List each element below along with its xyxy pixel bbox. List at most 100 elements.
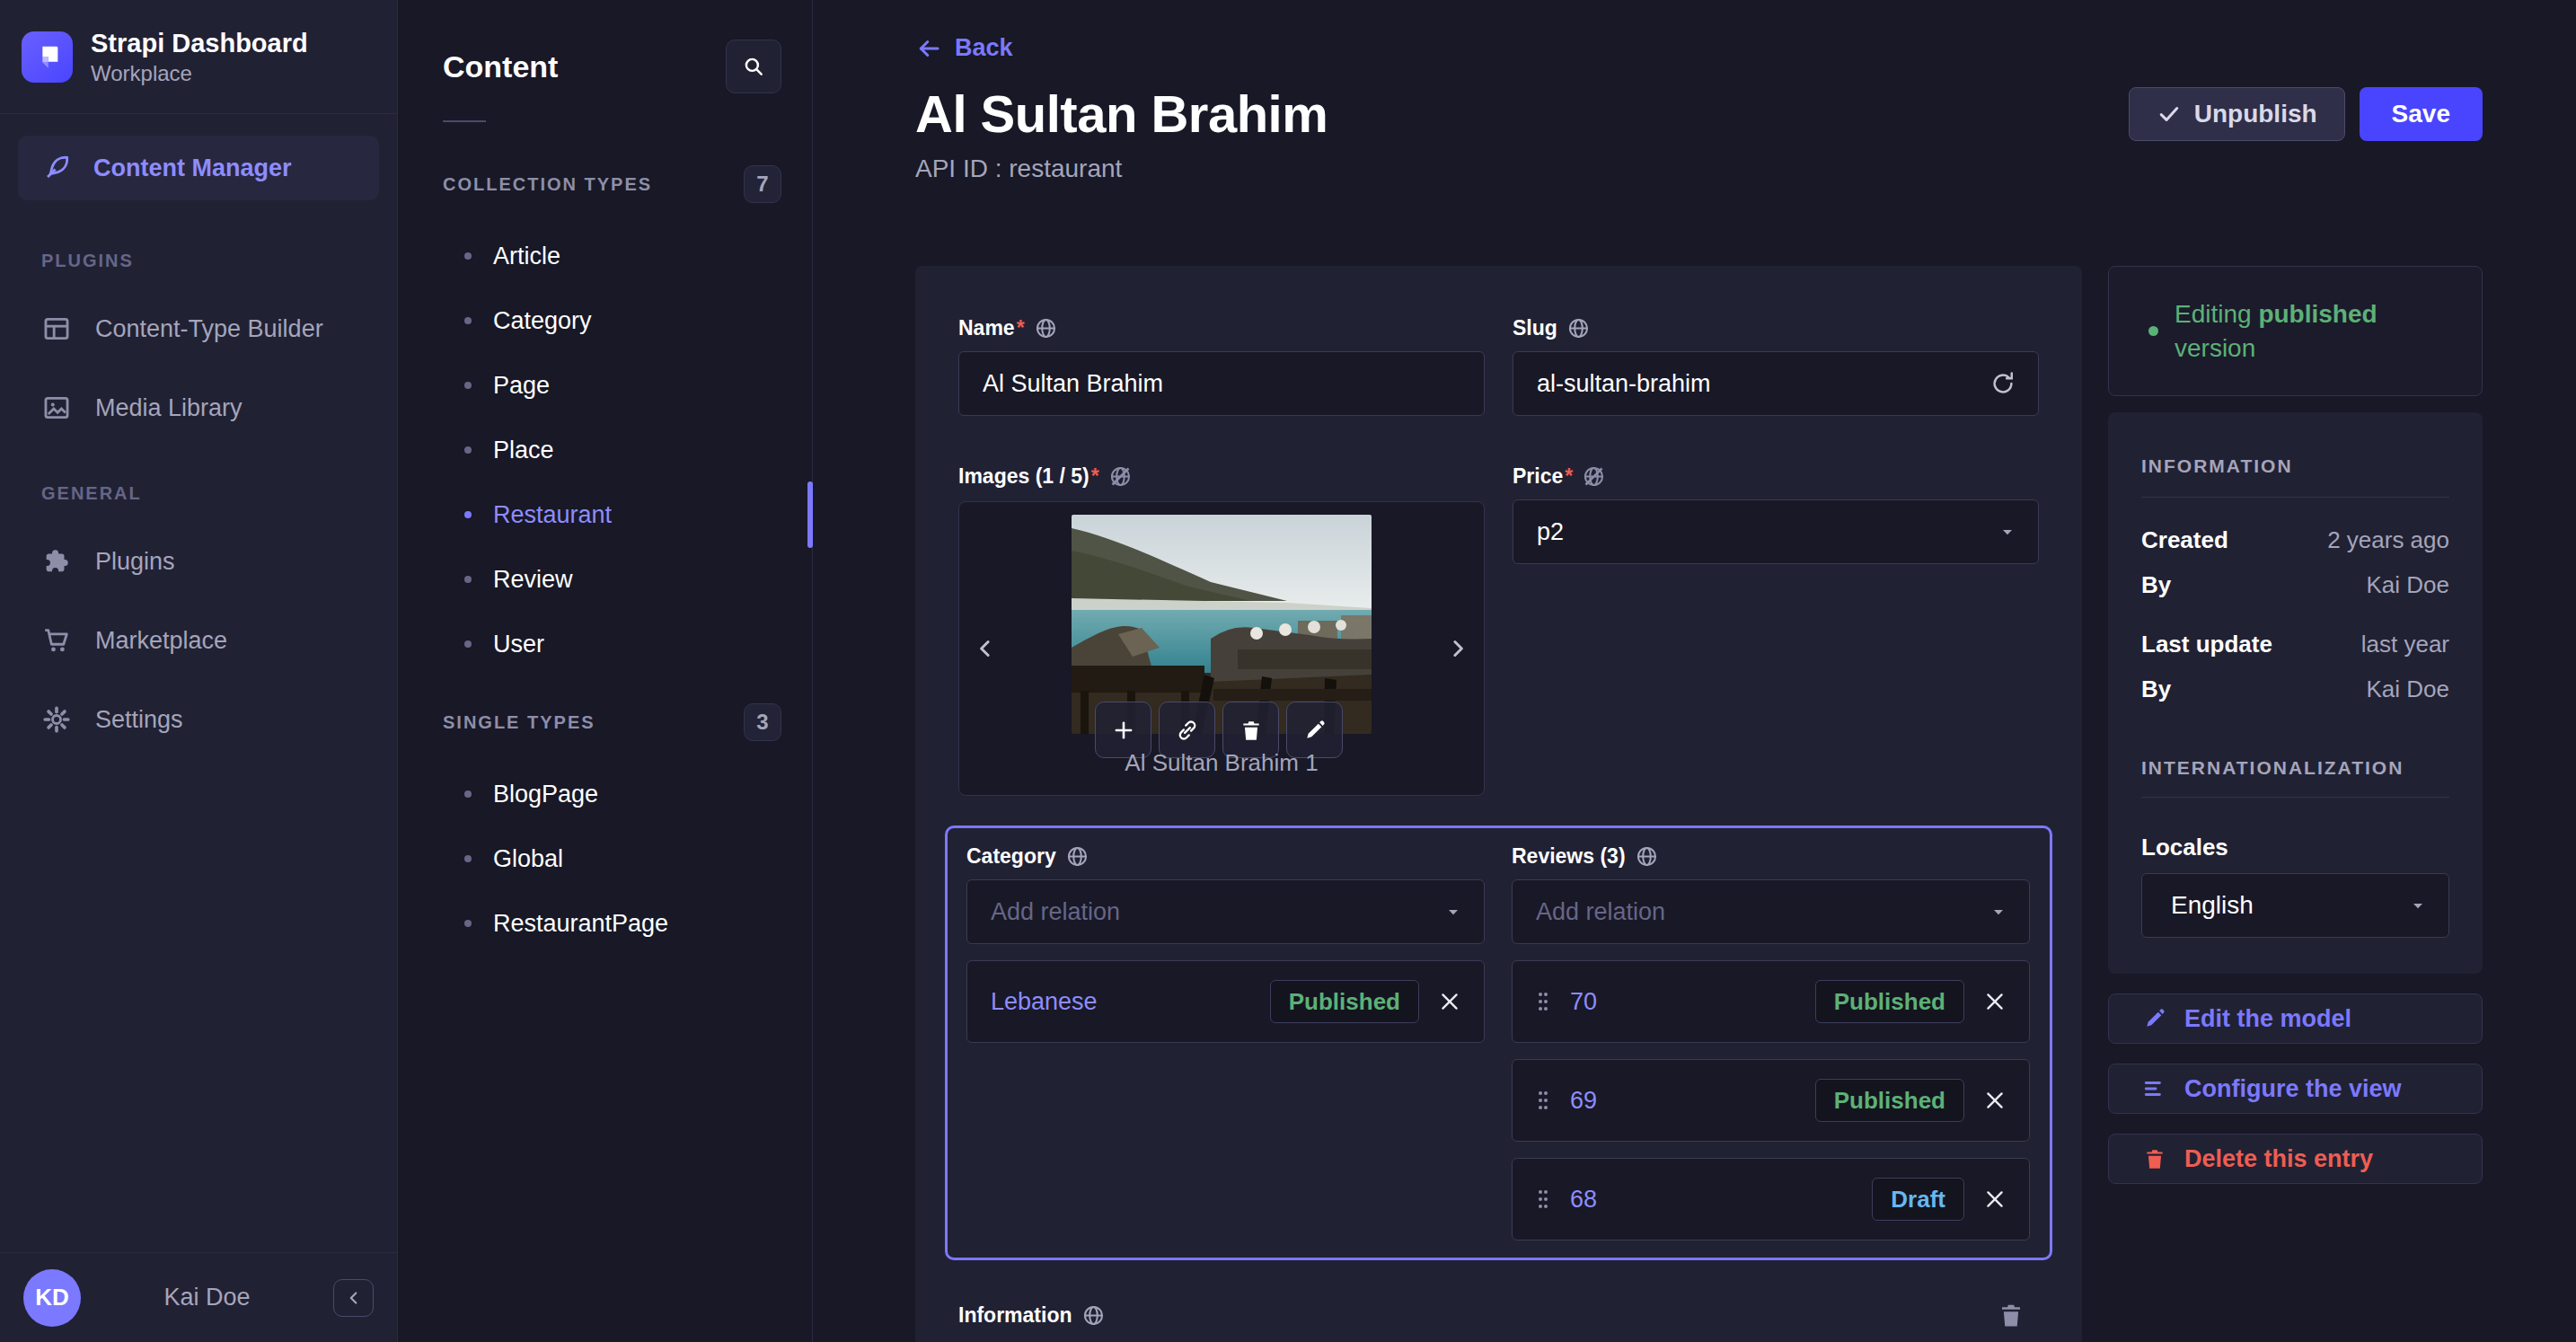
- edit-form-card: Name* Al Sultan Brahim Slug al-sultan-br…: [915, 266, 2082, 1342]
- single-types-count: 3: [744, 703, 781, 741]
- carousel-next-button[interactable]: [1444, 635, 1471, 662]
- sidebar-item-marketplace[interactable]: Marketplace: [0, 601, 397, 680]
- carousel-prev-button[interactable]: [972, 635, 999, 662]
- main-content: Back Al Sultan Brahim Unpublish Save API…: [813, 0, 2576, 1342]
- subnav-item-user[interactable]: User: [398, 612, 812, 676]
- configure-icon: [2143, 1077, 2166, 1100]
- strapi-logo: [22, 31, 73, 83]
- main-sidebar: Strapi Dashboard Workplace Content Manag…: [0, 0, 398, 1342]
- drag-handle-icon[interactable]: [1536, 989, 1550, 1014]
- delete-component-button[interactable]: [1998, 1302, 2025, 1329]
- close-icon: [1438, 990, 1461, 1013]
- review-relation-item[interactable]: 69 Published: [1512, 1059, 2030, 1142]
- globe-icon: [1034, 316, 1058, 340]
- bullet-icon: [464, 317, 472, 324]
- reviews-relation-combobox[interactable]: Add relation: [1512, 879, 2030, 944]
- remove-relation-button[interactable]: [1434, 990, 1466, 1013]
- globe-icon: [1065, 844, 1090, 869]
- subnav-item-global[interactable]: Global: [398, 826, 812, 891]
- created-label: Created: [2141, 526, 2228, 554]
- cart-icon: [41, 625, 72, 656]
- reviews-label: Reviews (3): [1512, 844, 1626, 869]
- image-caption: Al Sultan Brahim 1: [959, 749, 1484, 777]
- gear-icon: [41, 704, 72, 735]
- information-title: INFORMATION: [2141, 455, 2449, 477]
- price-label: Price: [1513, 464, 1563, 489]
- content-subnav: Content COLLECTION TYPES 7 Article Categ…: [398, 0, 813, 1342]
- regenerate-icon[interactable]: [1989, 370, 2016, 397]
- delete-entry-button[interactable]: Delete this entry: [2108, 1134, 2483, 1184]
- slug-input[interactable]: al-sultan-brahim: [1513, 351, 2039, 416]
- category-relation-item[interactable]: Lebanese Published: [966, 960, 1485, 1043]
- review-relation-item[interactable]: 68 Draft: [1512, 1158, 2030, 1240]
- collapse-sidebar-button[interactable]: [333, 1279, 374, 1317]
- unpublish-button[interactable]: Unpublish: [2129, 87, 2345, 141]
- globe-icon: [1081, 1303, 1106, 1328]
- avatar[interactable]: KD: [23, 1269, 81, 1327]
- category-label: Category: [966, 844, 1056, 869]
- drag-handle-icon[interactable]: [1536, 1187, 1550, 1212]
- i18n-title: INTERNATIONALIZATION: [2141, 757, 2449, 779]
- chevron-left-icon: [972, 635, 999, 662]
- subnav-item-place[interactable]: Place: [398, 418, 812, 482]
- close-icon: [1983, 1089, 2007, 1112]
- media-icon: [41, 393, 72, 423]
- status-badge: Published: [1815, 980, 1964, 1023]
- subnav-item-page[interactable]: Page: [398, 353, 812, 418]
- sidebar-item-settings[interactable]: Settings: [0, 680, 397, 759]
- chevron-down-icon: [1998, 523, 2016, 541]
- published-dot-icon: [2148, 326, 2158, 336]
- category-relation-combobox[interactable]: Add relation: [966, 879, 1485, 944]
- subnav-item-blogpage[interactable]: BlogPage: [398, 762, 812, 826]
- configure-view-button[interactable]: Configure the view: [2108, 1064, 2483, 1114]
- sidebar-item-content-manager[interactable]: Content Manager: [18, 136, 379, 200]
- created-value: 2 years ago: [2327, 526, 2449, 554]
- sidebar-item-media-library[interactable]: Media Library: [0, 368, 397, 447]
- pencil-icon: [1303, 719, 1327, 742]
- search-button[interactable]: [726, 40, 781, 93]
- sidebar-item-plugins[interactable]: Plugins: [0, 522, 397, 601]
- status-badge: Published: [1815, 1079, 1964, 1122]
- collection-types-count: 7: [744, 165, 781, 203]
- subnav-title: Content: [443, 49, 558, 84]
- created-by-label: By: [2141, 571, 2171, 599]
- status-badge: Published: [1270, 980, 1419, 1023]
- review-relation-item[interactable]: 70 Published: [1512, 960, 2030, 1043]
- user-section: KD Kai Doe: [0, 1252, 397, 1342]
- name-input[interactable]: Al Sultan Brahim: [958, 351, 1485, 416]
- subnav-item-restaurantpage[interactable]: RestaurantPage: [398, 891, 812, 956]
- locales-label: Locales: [2141, 834, 2449, 861]
- drag-handle-icon[interactable]: [1536, 1088, 1550, 1113]
- collection-types-label: COLLECTION TYPES: [443, 174, 652, 195]
- images-carousel: Al Sultan Brahim 1: [958, 501, 1485, 796]
- nav-section-general: GENERAL: [41, 483, 397, 504]
- last-update-value: last year: [2361, 631, 2449, 658]
- bullet-icon: [464, 576, 472, 583]
- remove-relation-button[interactable]: [1979, 1187, 2011, 1211]
- updated-by-value: Kai Doe: [2367, 675, 2450, 703]
- subnav-item-review[interactable]: Review: [398, 547, 812, 612]
- remove-relation-button[interactable]: [1979, 990, 2011, 1013]
- workspace-header[interactable]: Strapi Dashboard Workplace: [0, 0, 397, 114]
- information-label: Information: [958, 1303, 1072, 1328]
- bullet-icon: [464, 790, 472, 798]
- remove-relation-button[interactable]: [1979, 1089, 2011, 1112]
- search-icon: [742, 55, 765, 78]
- back-link[interactable]: Back: [915, 34, 2483, 62]
- trash-icon: [2143, 1147, 2166, 1170]
- price-select[interactable]: p2: [1513, 499, 2039, 564]
- subnav-item-restaurant[interactable]: Restaurant: [398, 482, 812, 547]
- close-icon: [1983, 990, 2007, 1013]
- back-arrow-icon: [915, 35, 942, 62]
- locale-select[interactable]: English: [2141, 873, 2449, 938]
- updated-by-label: By: [2141, 675, 2171, 703]
- editing-version-card: Editing published version: [2108, 266, 2483, 396]
- sidebar-item-content-type-builder[interactable]: Content-Type Builder: [0, 289, 397, 368]
- plus-icon: [1111, 718, 1136, 743]
- subnav-item-category[interactable]: Category: [398, 288, 812, 353]
- save-button[interactable]: Save: [2360, 87, 2483, 141]
- grid-icon: [41, 313, 72, 344]
- editing-version-text: Editing published version: [2175, 297, 2449, 366]
- edit-model-button[interactable]: Edit the model: [2108, 993, 2483, 1044]
- subnav-item-article[interactable]: Article: [398, 224, 812, 288]
